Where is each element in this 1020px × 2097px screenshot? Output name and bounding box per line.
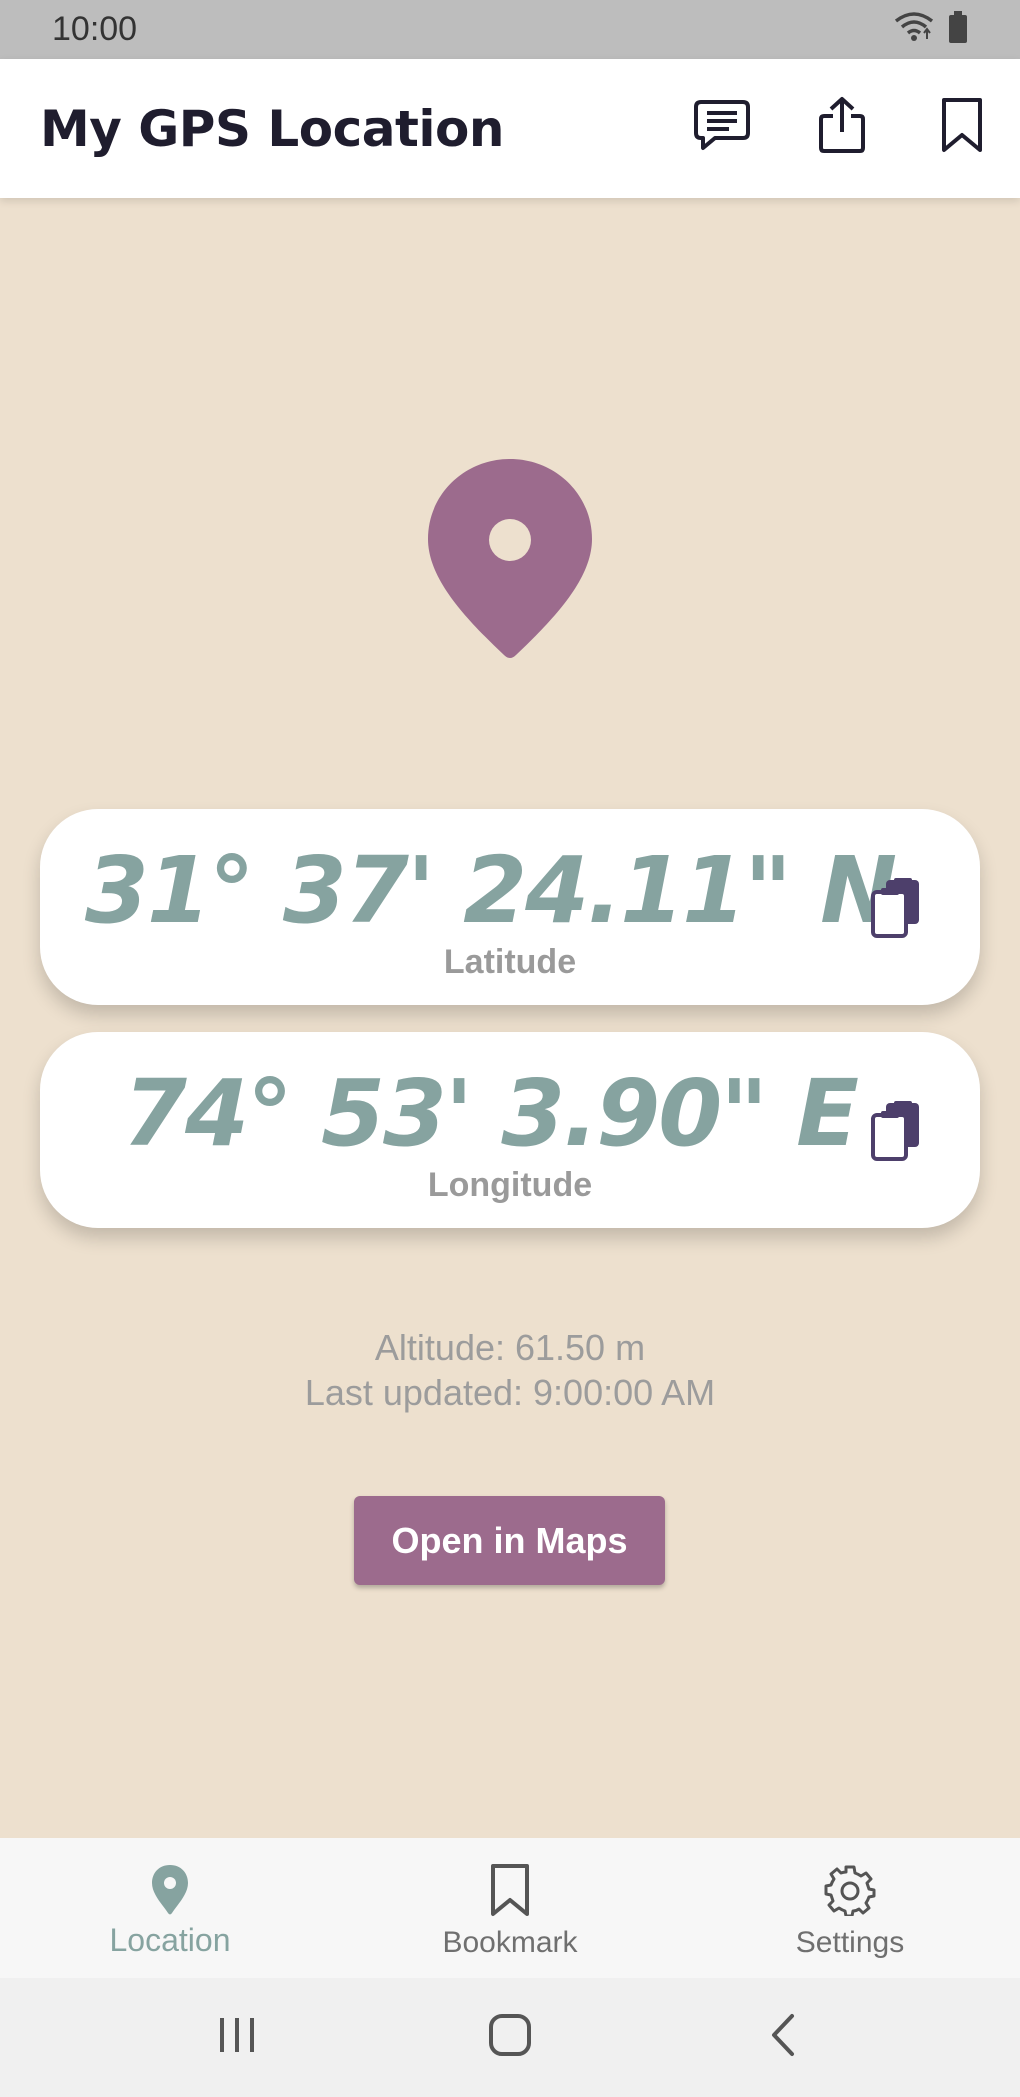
nav-item-location[interactable]: Location [0, 1838, 340, 1978]
recent-apps-button[interactable] [197, 1998, 277, 2078]
app-bar-actions [694, 96, 990, 159]
share-icon [818, 96, 866, 159]
status-icons [894, 11, 968, 48]
page-title: My GPS Location [40, 99, 504, 158]
gear-icon [824, 1860, 876, 1920]
open-in-maps-button[interactable]: Open in Maps [354, 1496, 665, 1585]
nav-label-settings: Settings [795, 1926, 905, 1959]
chat-icon [693, 99, 751, 156]
location-pin-icon [426, 457, 594, 662]
bookmark-icon [940, 97, 984, 158]
status-bar: 10:00 [0, 0, 1020, 59]
nav-item-settings[interactable]: Settings [680, 1838, 1020, 1978]
longitude-card: 74° 53' 3.90" E Longitude [40, 1032, 980, 1228]
copy-longitude-button[interactable] [870, 1100, 922, 1162]
back-icon [768, 2013, 798, 2062]
latitude-card: 31° 37' 24.11" N Latitude [40, 809, 980, 1005]
longitude-label: Longitude [427, 1166, 593, 1204]
longitude-value: 74° 53' 3.90" E [122, 1060, 859, 1167]
status-time: 10:00 [52, 10, 138, 48]
nav-label-bookmark: Bookmark [442, 1926, 578, 1959]
bookmark-location-button[interactable] [934, 97, 990, 157]
feedback-button[interactable] [694, 97, 750, 157]
latitude-label: Latitude [443, 943, 577, 981]
altitude-text: Altitude: 61.50 m [374, 1327, 646, 1368]
location-pin-icon [150, 1860, 190, 1920]
wifi-icon [894, 11, 934, 48]
copy-latitude-button[interactable] [870, 877, 922, 939]
recent-apps-icon [217, 2016, 257, 2059]
nav-item-bookmark[interactable]: Bookmark [340, 1838, 680, 1978]
nav-label-location: Location [109, 1922, 231, 1958]
copy-icon [870, 878, 922, 943]
back-button[interactable] [743, 1998, 823, 2078]
bookmark-icon [489, 1860, 531, 1920]
system-navigation-bar [0, 1978, 1020, 2097]
home-icon [488, 2013, 532, 2062]
bottom-navigation: Location Bookmark Settings [0, 1838, 1020, 1978]
share-button[interactable] [814, 96, 870, 159]
home-button[interactable] [470, 1998, 550, 2078]
copy-icon [870, 1101, 922, 1166]
app-bar: My GPS Location [0, 59, 1020, 198]
last-updated-text: Last updated: 9:00:00 AM [304, 1372, 716, 1413]
battery-icon [948, 11, 968, 48]
latitude-value: 31° 37' 24.11" N [84, 837, 897, 944]
